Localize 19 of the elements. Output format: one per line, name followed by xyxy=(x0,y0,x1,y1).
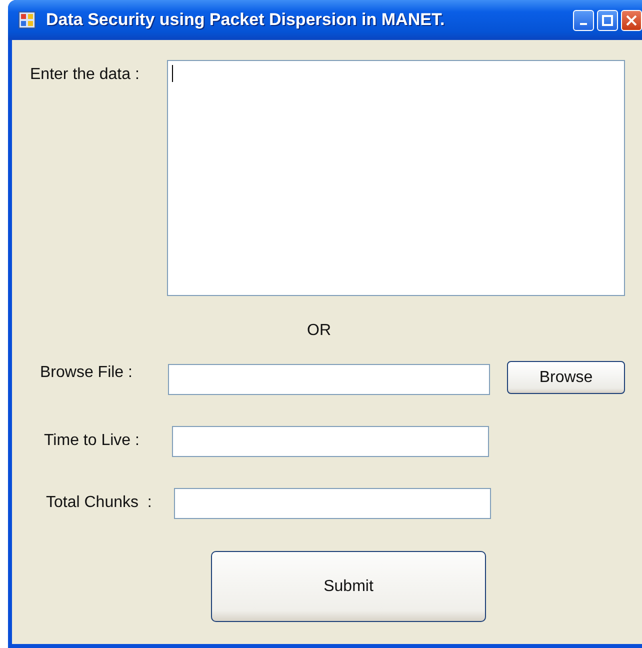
minimize-icon xyxy=(580,23,587,25)
text-caret xyxy=(172,65,173,82)
submit-button[interactable]: Submit xyxy=(211,551,486,622)
separator-text: OR xyxy=(307,322,331,340)
minimize-button[interactable] xyxy=(573,10,594,30)
time-to-live-field[interactable] xyxy=(172,426,489,457)
close-icon xyxy=(626,14,637,26)
maximize-button[interactable] xyxy=(597,10,618,30)
close-button[interactable] xyxy=(621,10,642,30)
field-label: Total Chunks : xyxy=(46,493,153,512)
field-label: Time to Live : xyxy=(44,431,140,450)
window-title: Data Security using Packet Dispersion in MANET. xyxy=(46,10,446,30)
field-label: Browse File : xyxy=(40,364,134,382)
browse-button[interactable]: Browse xyxy=(507,361,625,394)
total-chunks-field[interactable] xyxy=(174,488,491,519)
app-icon xyxy=(18,11,36,29)
file-path-field[interactable] xyxy=(168,364,490,395)
field-label: Enter the data : xyxy=(30,65,140,84)
maximize-icon xyxy=(602,14,613,26)
